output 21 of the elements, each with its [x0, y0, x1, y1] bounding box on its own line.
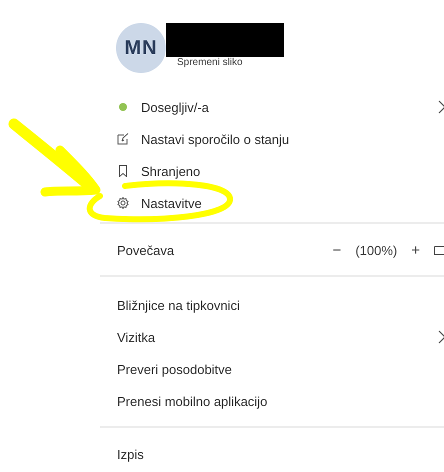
menu-item[interactable]: Nastavi sporočilo o stanju [100, 123, 444, 155]
chevron-icon [438, 330, 444, 344]
menu-item[interactable]: Nastavitve [100, 187, 444, 219]
zoom-label: Povečava [117, 242, 174, 258]
change-photo-link[interactable]: Spremeni sliko [177, 57, 284, 69]
bookmark-icon [117, 165, 129, 177]
menu-item[interactable]: Vizitka [100, 321, 444, 353]
zoom-in-button[interactable]: + [405, 242, 426, 258]
sign-out-item[interactable]: Izpis [100, 438, 444, 470]
menu-item[interactable]: Dosegljiv/-a [100, 91, 444, 123]
menu-item[interactable]: Bližnjice na tipkovnici [100, 289, 444, 321]
menu-item[interactable]: Prenesi mobilno aplikacijo [100, 385, 444, 417]
avatar[interactable]: MN [116, 23, 166, 73]
chevron-icon [438, 100, 444, 114]
zoom-out-button[interactable]: − [326, 242, 348, 258]
fullscreen-icon[interactable] [434, 244, 444, 256]
zoom-value: (100%) [355, 242, 398, 258]
menu-item[interactable]: Shranjeno [100, 155, 444, 187]
settings-icon [117, 197, 129, 209]
menu-item[interactable]: Preveri posodobitve [100, 353, 444, 385]
compose-icon [117, 133, 129, 145]
